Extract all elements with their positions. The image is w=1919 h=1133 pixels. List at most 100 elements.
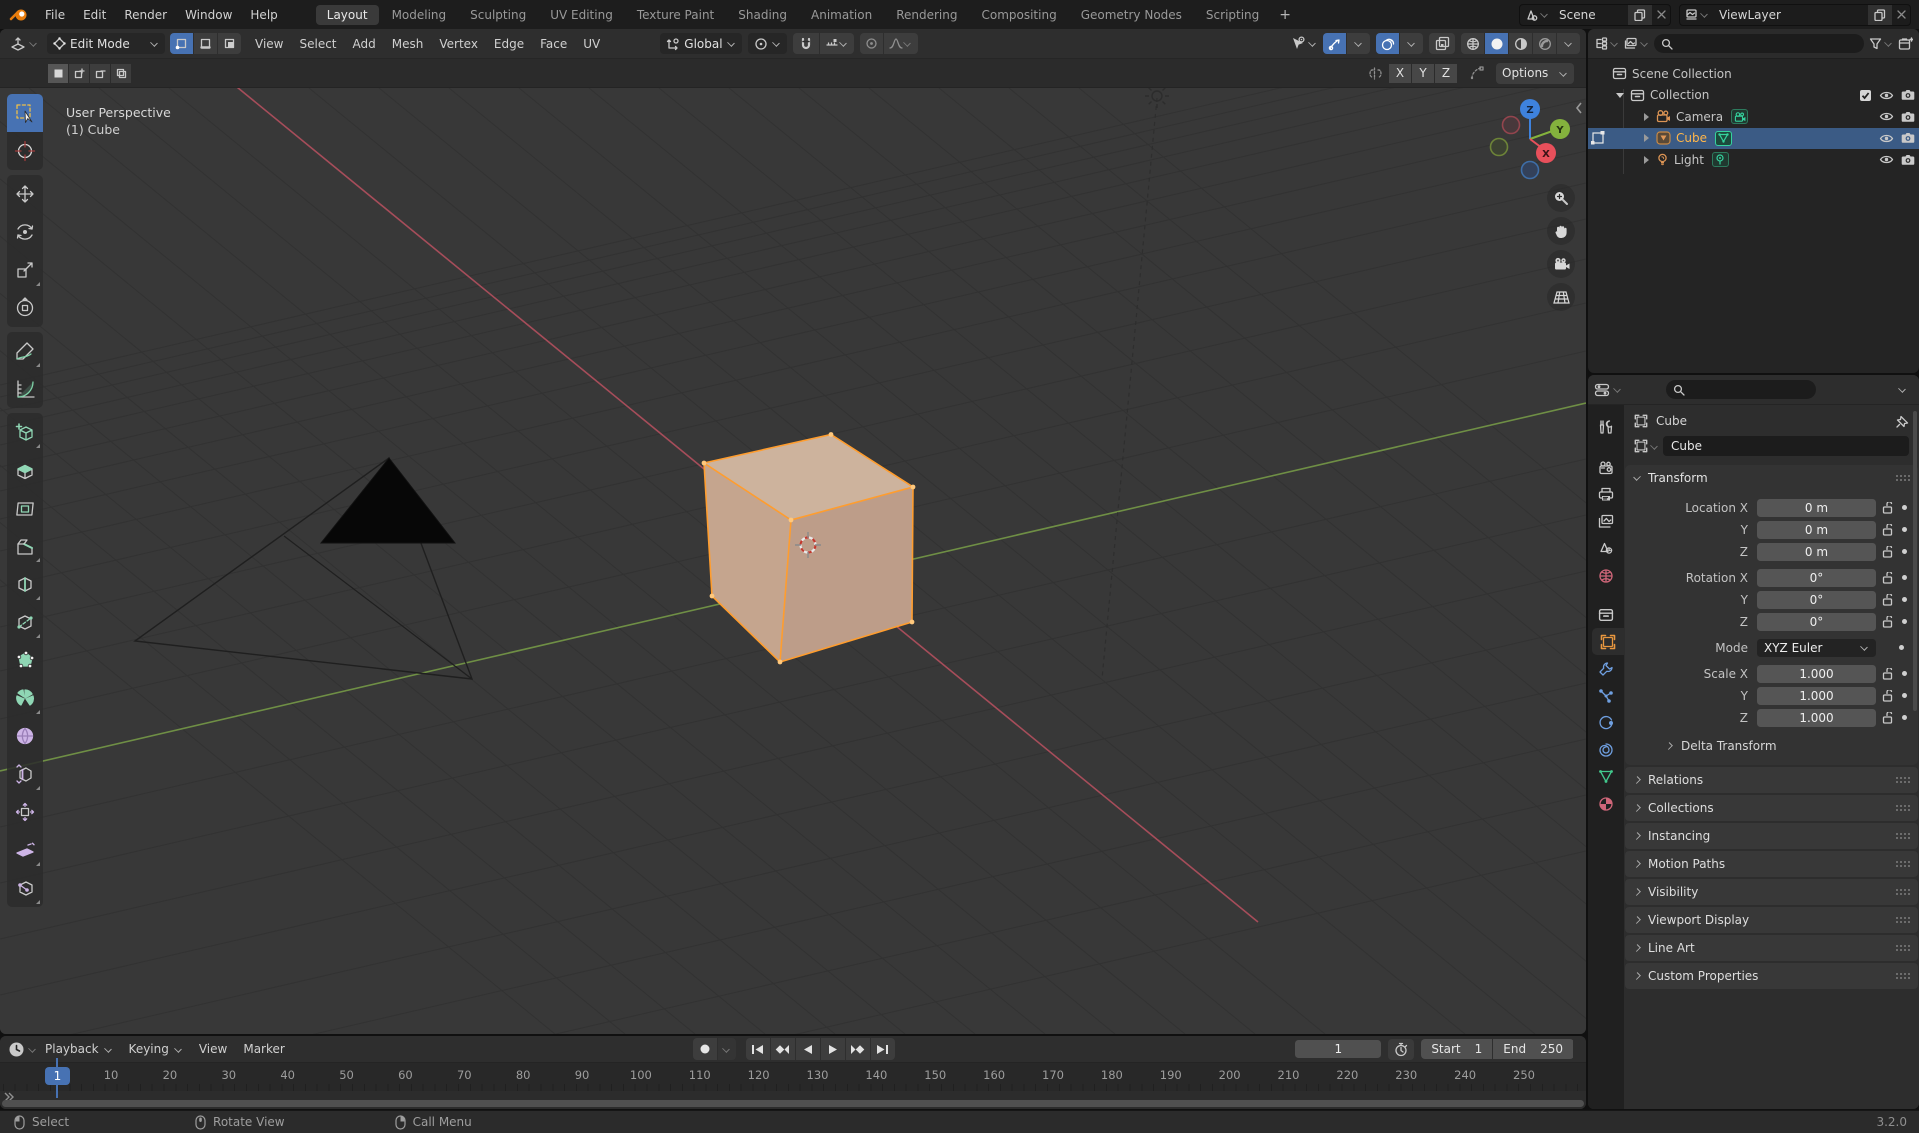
snap-settings-dropdown[interactable]	[819, 33, 854, 54]
camera-data-badge[interactable]	[1731, 109, 1749, 125]
proportional-edit-toggle[interactable]	[859, 33, 883, 54]
menu-render[interactable]: Render	[115, 8, 176, 22]
animate-dot[interactable]	[1902, 671, 1907, 676]
hide-eye-icon[interactable]	[1879, 90, 1894, 101]
lock-open-icon[interactable]	[1882, 593, 1893, 606]
vertex-select-button[interactable]	[170, 33, 193, 54]
properties-search-field[interactable]	[1666, 380, 1816, 399]
transform-panel-header[interactable]: Transform	[1625, 465, 1918, 490]
lock-open-icon[interactable]	[1882, 689, 1893, 702]
tab-object[interactable]	[1592, 628, 1624, 655]
menu-playback[interactable]: Playback	[37, 1042, 121, 1056]
lock-open-icon[interactable]	[1882, 523, 1893, 536]
tab-modifiers[interactable]	[1588, 655, 1624, 682]
lock-open-icon[interactable]	[1882, 501, 1893, 514]
add-workspace-button[interactable]: +	[1271, 7, 1299, 23]
scale-x-field[interactable]: 1.000	[1757, 664, 1876, 683]
menu-vertex[interactable]: Vertex	[431, 37, 486, 51]
properties-editor-type[interactable]	[1594, 383, 1622, 397]
properties-options-dropdown[interactable]	[1898, 385, 1907, 394]
disable-render-icon[interactable]	[1901, 89, 1915, 101]
panel-grip[interactable]	[1895, 860, 1910, 868]
animate-dot[interactable]	[1902, 549, 1907, 554]
object-id-icon-dropdown[interactable]	[1634, 439, 1659, 453]
remove-viewlayer-button[interactable]	[1892, 10, 1910, 19]
workspace-tab-modeling[interactable]: Modeling	[381, 5, 458, 25]
properties-scrollbar[interactable]	[1913, 411, 1917, 711]
panel-line-art[interactable]: Line Art	[1625, 935, 1918, 961]
overlays-dropdown[interactable]	[1400, 33, 1423, 54]
workspace-tab-sculpting[interactable]: Sculpting	[459, 5, 537, 25]
panel-viewport-display[interactable]: Viewport Display	[1625, 907, 1918, 933]
menu-view[interactable]: View	[247, 37, 291, 51]
menu-edit[interactable]: Edit	[74, 8, 115, 22]
tab-output[interactable]	[1588, 481, 1624, 508]
panel-grip[interactable]	[1895, 832, 1910, 840]
animate-dot[interactable]	[1902, 505, 1907, 510]
workspace-tab-uv-editing[interactable]: UV Editing	[539, 5, 624, 25]
menu-uv[interactable]: UV	[575, 37, 608, 51]
tool-select-box[interactable]	[7, 94, 43, 132]
shading-wireframe-button[interactable]	[1461, 33, 1484, 54]
tool-add-cube[interactable]	[7, 413, 43, 451]
show-gizmos-toggle[interactable]	[1323, 33, 1346, 54]
animate-dot[interactable]	[1902, 597, 1907, 602]
record-options-dropdown[interactable]	[717, 1038, 736, 1060]
scale-y-field[interactable]: 1.000	[1757, 686, 1876, 705]
tab-collection[interactable]	[1588, 601, 1624, 628]
play-reverse-button[interactable]	[795, 1038, 820, 1060]
jump-to-start-button[interactable]	[745, 1038, 770, 1060]
disable-render-icon[interactable]	[1901, 132, 1915, 144]
workspace-tab-compositing[interactable]: Compositing	[970, 5, 1067, 25]
next-keyframe-button[interactable]	[845, 1038, 870, 1060]
disclosure-closed-icon[interactable]	[1644, 112, 1649, 121]
start-frame-field[interactable]: Start 1	[1421, 1039, 1493, 1059]
hide-eye-icon[interactable]	[1879, 154, 1894, 165]
object-name-field[interactable]: Cube	[1663, 436, 1909, 456]
previous-keyframe-button[interactable]	[770, 1038, 795, 1060]
new-viewlayer-button[interactable]	[1868, 4, 1892, 25]
toggle-ortho-button[interactable]	[1547, 283, 1575, 311]
tool-loop-cut[interactable]	[7, 565, 43, 603]
pin-icon[interactable]	[1896, 415, 1909, 428]
light-data-badge[interactable]	[1711, 152, 1729, 168]
workspace-tab-animation[interactable]: Animation	[800, 5, 883, 25]
lock-open-icon[interactable]	[1882, 711, 1893, 724]
timeline-track-area[interactable]	[0, 1091, 1586, 1109]
tab-scene[interactable]	[1588, 535, 1624, 562]
select-intersect-button[interactable]	[111, 63, 131, 83]
menu-face[interactable]: Face	[532, 37, 575, 51]
tool-move[interactable]	[7, 175, 43, 213]
outliner-row-cube[interactable]: Cube	[1588, 127, 1919, 149]
shading-material-button[interactable]	[1509, 33, 1532, 54]
record-button[interactable]	[692, 1038, 717, 1060]
show-overlays-toggle[interactable]	[1376, 33, 1399, 54]
play-button[interactable]	[820, 1038, 845, 1060]
unlink-scene-button[interactable]	[1652, 10, 1670, 19]
menu-file[interactable]: File	[36, 8, 74, 22]
select-subtract-button[interactable]	[90, 63, 110, 83]
disable-render-icon[interactable]	[1901, 154, 1915, 166]
tool-rotate[interactable]	[7, 213, 43, 251]
animate-dot[interactable]	[1902, 693, 1907, 698]
menu-window[interactable]: Window	[176, 8, 241, 22]
pan-button[interactable]	[1547, 217, 1575, 245]
hide-eye-icon[interactable]	[1879, 133, 1894, 144]
tool-measure[interactable]	[7, 370, 43, 408]
camera-view-button[interactable]	[1547, 250, 1575, 278]
tab-view-layer[interactable]	[1588, 508, 1624, 535]
disclosure-open-icon[interactable]	[1616, 92, 1624, 98]
lock-open-icon[interactable]	[1882, 545, 1893, 558]
panel-visibility[interactable]: Visibility	[1625, 879, 1918, 905]
tool-scale[interactable]	[7, 251, 43, 289]
tab-physics[interactable]	[1588, 709, 1624, 736]
outliner-display-mode[interactable]	[1594, 36, 1619, 51]
transform-orientation-dropdown[interactable]: Global	[660, 33, 742, 54]
tool-rip-region[interactable]	[7, 869, 43, 907]
mirror-z-button[interactable]: Z	[1435, 63, 1457, 83]
tool-transform[interactable]	[7, 289, 43, 327]
select-extend-button[interactable]	[69, 63, 89, 83]
timeline-editor-type[interactable]	[8, 1041, 37, 1058]
workspace-tab-geometry-nodes[interactable]: Geometry Nodes	[1070, 5, 1193, 25]
outliner-filter-dropdown[interactable]	[1869, 37, 1893, 50]
